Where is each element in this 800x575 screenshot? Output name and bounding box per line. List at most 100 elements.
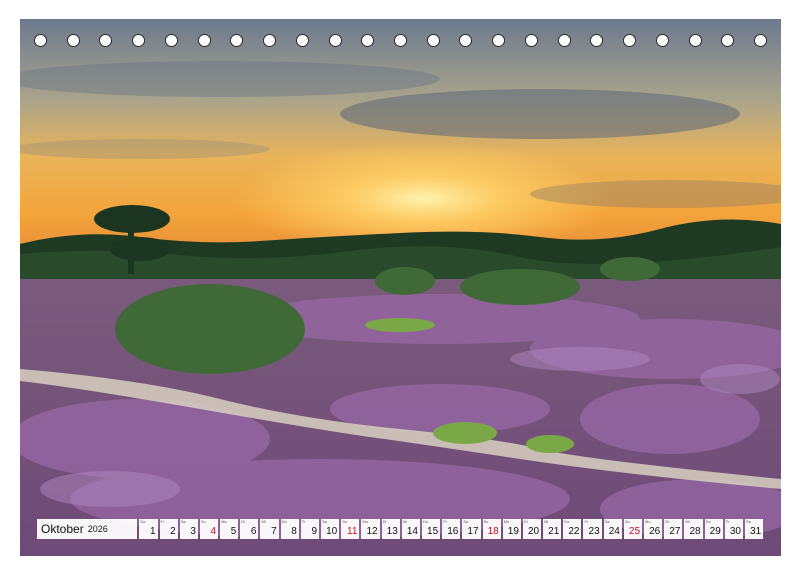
- day-number: 14: [406, 526, 418, 537]
- day-number: 22: [568, 526, 580, 537]
- binding-hole: [557, 34, 571, 47]
- landscape-illustration: [20, 19, 781, 556]
- weekday-abbr: Di: [665, 519, 669, 524]
- weekday-abbr: Sa: [322, 519, 327, 524]
- binding-hole: [688, 34, 702, 47]
- weekday-abbr: Mi: [402, 519, 407, 524]
- weekday-abbr: Fr: [443, 519, 447, 524]
- year-label: 2026: [87, 524, 108, 534]
- day-cell: Di 6: [240, 519, 259, 539]
- heathland-sunset-photo: [20, 19, 781, 556]
- day-number: 21: [548, 526, 560, 537]
- weekday-abbr: Sa: [180, 519, 186, 524]
- weekday-abbr: Fr: [584, 519, 589, 524]
- weekday-abbr: Sa: [604, 519, 610, 524]
- day-cell: Fr 9: [300, 519, 320, 539]
- weekday-abbr: So: [483, 519, 489, 524]
- binding-hole: [426, 34, 440, 47]
- weekday-abbr: Fr: [725, 519, 730, 524]
- day-cell: Di 13: [381, 519, 400, 539]
- binding-hole: [34, 34, 47, 47]
- day-number: 19: [507, 526, 519, 537]
- binding-hole: [459, 34, 473, 47]
- day-number: 4: [210, 526, 217, 537]
- month-label: Oktober 2026: [37, 519, 138, 539]
- weekday-abbr: Do: [564, 519, 570, 524]
- day-number: 11: [347, 526, 358, 537]
- binding-hole: [754, 34, 767, 47]
- day-cell: Fr 2: [159, 519, 178, 539]
- weekday-abbr: So: [200, 519, 206, 524]
- weekday-abbr: Fr: [160, 519, 165, 524]
- day-cell: Mo 26: [644, 519, 663, 539]
- day-cell: So 11: [341, 519, 360, 539]
- day-cell: Mo 12: [361, 519, 380, 539]
- day-number: 5: [230, 526, 237, 537]
- day-cell: Sa 31: [744, 519, 764, 539]
- day-number: 28: [689, 526, 701, 537]
- day-cell: Fr 23: [583, 519, 602, 539]
- day-cell: Sa 3: [179, 519, 198, 539]
- binding-hole: [623, 34, 637, 47]
- day-number: 2: [170, 526, 176, 537]
- day-number: 26: [649, 526, 661, 537]
- weekday-abbr: Do: [422, 519, 429, 524]
- binding-hole: [524, 34, 538, 47]
- weekday-abbr: Di: [523, 519, 528, 524]
- binding-hole: [197, 34, 211, 47]
- day-number: 25: [628, 526, 641, 537]
- binding-hole: [394, 34, 407, 47]
- binding-hole: [492, 34, 506, 47]
- binding-hole: [590, 34, 604, 47]
- weekday-abbr: Mo: [362, 519, 368, 524]
- day-cell: Mi 14: [401, 519, 420, 539]
- day-number: 29: [709, 526, 721, 537]
- day-cell: Fr 30: [724, 519, 743, 539]
- day-cell: Di 20: [522, 519, 542, 539]
- day-number: 27: [669, 526, 681, 537]
- weekday-abbr: So: [342, 519, 348, 524]
- day-cell: So 25: [623, 519, 643, 539]
- day-cell: Mi 7: [260, 519, 279, 539]
- day-number: 7: [271, 526, 277, 537]
- spiral-binding-holes: [20, 34, 781, 50]
- day-cell: So 18: [482, 519, 501, 539]
- day-cell: Mo 5: [220, 519, 239, 539]
- weekday-abbr: Mo: [503, 519, 510, 524]
- day-number: 15: [427, 526, 439, 537]
- day-number: 3: [190, 526, 196, 537]
- day-number: 8: [291, 526, 297, 537]
- day-cell: Mi 28: [684, 519, 703, 539]
- weekday-abbr: Mo: [221, 519, 227, 524]
- day-cell: Do 29: [704, 519, 723, 539]
- weekday-abbr: Di: [241, 519, 246, 524]
- calendar-page: Oktober 2026 Do 1 Fr 2 Sa 3 So 4 Mo 5 Di 6 Mi 7 Do 8 Fr 9…: [0, 0, 800, 575]
- day-cell: Sa 10: [321, 519, 340, 539]
- day-number: 24: [608, 526, 620, 537]
- weekday-abbr: Mi: [544, 519, 549, 524]
- binding-hole: [655, 34, 669, 47]
- day-cell: Mi 21: [543, 519, 562, 539]
- binding-hole: [361, 34, 375, 47]
- month-name: Oktober: [41, 522, 84, 536]
- day-cell: So 4: [199, 519, 219, 539]
- weekday-abbr: So: [624, 519, 630, 524]
- day-cell: Sa 17: [462, 519, 481, 539]
- day-number: 9: [311, 526, 318, 537]
- weekday-abbr: Sa: [463, 519, 469, 524]
- day-number: 18: [487, 526, 499, 537]
- binding-hole: [721, 34, 735, 47]
- day-number: 17: [467, 526, 479, 537]
- day-cell: Sa 24: [603, 519, 622, 539]
- weekday-abbr: Fr: [301, 519, 306, 524]
- weekday-abbr: Do: [140, 519, 146, 524]
- calendar-strip: Oktober 2026 Do 1 Fr 2 Sa 3 So 4 Mo 5 Di 6 Mi 7 Do 8 Fr 9…: [37, 519, 764, 539]
- day-number: 31: [750, 526, 762, 537]
- day-number: 23: [588, 526, 600, 537]
- binding-hole: [230, 34, 244, 47]
- day-cell: Do 22: [563, 519, 582, 539]
- binding-hole: [295, 34, 309, 47]
- day-cell: Fr 16: [442, 519, 461, 539]
- binding-hole: [164, 34, 178, 47]
- day-number: 12: [366, 526, 378, 537]
